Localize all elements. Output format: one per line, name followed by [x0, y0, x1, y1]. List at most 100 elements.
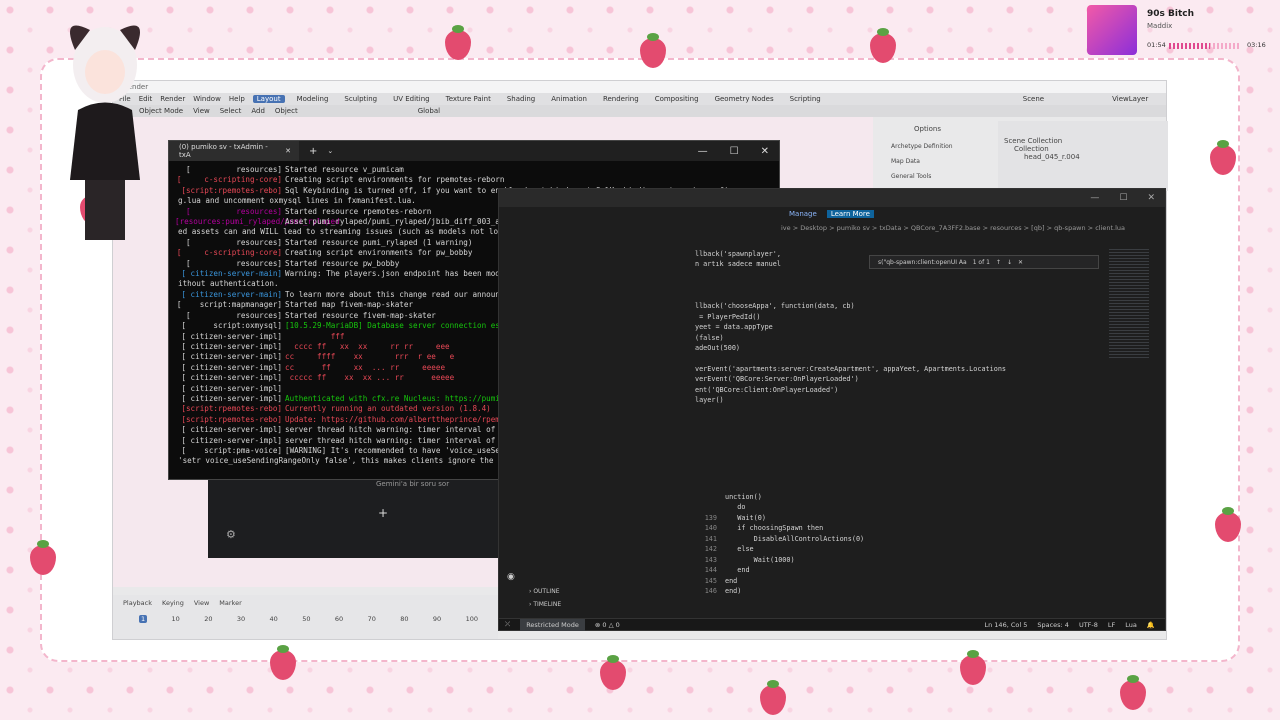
- log-message: Creating script environments for rpemote…: [285, 175, 505, 185]
- new-tab-icon[interactable]: +: [309, 146, 317, 157]
- transform-orientation-dropdown[interactable]: Global: [418, 107, 440, 115]
- strawberry-decoration: [760, 680, 786, 715]
- code-line: end): [725, 587, 742, 596]
- workspace-tab-geometry-nodes[interactable]: Geometry Nodes: [711, 95, 778, 103]
- code-editor-tail[interactable]: unction() do Wait(0) if choosingSpawn th…: [725, 492, 864, 597]
- workspace-tab-compositing[interactable]: Compositing: [651, 95, 703, 103]
- log-source: [ resources]: [185, 206, 282, 216]
- outliner-scene-collection[interactable]: Scene Collection: [1004, 137, 1162, 145]
- code-line: end: [725, 576, 738, 585]
- account-icon[interactable]: ◉: [499, 569, 689, 585]
- log-source: [ citizen-server-main]: [181, 289, 282, 299]
- select-menu[interactable]: Select: [220, 107, 242, 115]
- workspace-tab-scripting[interactable]: Scripting: [786, 95, 825, 103]
- code-line: layer(): [695, 396, 724, 405]
- timeline-ruler[interactable]: 1 10 20 30 40 50 60 70 80 90 100: [113, 611, 498, 623]
- general-tools-tab[interactable]: General Tools: [891, 169, 953, 184]
- maximize-icon[interactable]: ☐: [730, 146, 739, 157]
- workspace-tab-uv-editing[interactable]: UV Editing: [389, 95, 434, 103]
- terminal-line: [ c-scripting-core] Creating script envir…: [175, 175, 773, 185]
- marker-menu[interactable]: Marker: [219, 599, 241, 607]
- workspace-tab-sculpting[interactable]: Sculpting: [340, 95, 381, 103]
- indentation[interactable]: Spaces: 4: [1037, 621, 1069, 629]
- log-source: [ resources]: [185, 165, 282, 174]
- frame-tick: 30: [236, 615, 246, 623]
- outline-section[interactable]: › OUTLINE: [499, 585, 689, 598]
- timeline-section[interactable]: › TIMELINE: [499, 598, 689, 611]
- code-line: yeet = data.appType: [695, 323, 773, 332]
- now-playing-widget: 90s Bitch Maddix 01:54 03:16: [1087, 5, 1277, 61]
- frame-tick: 50: [302, 615, 311, 623]
- close-icon[interactable]: ✕: [1147, 193, 1155, 203]
- archetype-definition-tab[interactable]: Archetype Definition: [891, 139, 953, 154]
- chevron-down-icon[interactable]: ⌄: [327, 147, 333, 155]
- log-source: [ c-scripting-core]: [176, 248, 282, 258]
- log-message: cc ffff xx rrr r ee e: [285, 352, 455, 362]
- minimize-icon[interactable]: —: [698, 146, 708, 157]
- remote-icon[interactable]: ⤫: [505, 620, 510, 629]
- menu-help[interactable]: Help: [229, 95, 245, 103]
- workspace-tab-rendering[interactable]: Rendering: [599, 95, 643, 103]
- add-menu[interactable]: Add: [251, 107, 265, 115]
- terminal-tabbar: (0) pumiko sv - txAdmin - txA ✕ + ⌄ — ☐ …: [169, 141, 779, 161]
- terminal-tab[interactable]: (0) pumiko sv - txAdmin - txA ✕: [169, 141, 299, 161]
- frame-tick: 100: [465, 615, 478, 623]
- keying-menu[interactable]: Keying: [162, 599, 184, 607]
- log-message: Started resource pumi_rylaped (1 warning…: [285, 237, 473, 247]
- workspace-tab-shading[interactable]: Shading: [503, 95, 539, 103]
- minimize-icon[interactable]: —: [1090, 193, 1099, 203]
- close-tab-icon[interactable]: ✕: [285, 147, 291, 155]
- code-line: = PlayerPedId(): [695, 312, 761, 321]
- strawberry-decoration: [445, 25, 471, 60]
- menu-render[interactable]: Render: [160, 95, 185, 103]
- manage-link[interactable]: Manage: [789, 210, 817, 218]
- outliner-panel: Options Scene Collection Collection head…: [914, 121, 1168, 191]
- bell-icon[interactable]: 🔔: [1147, 621, 1155, 629]
- log-source: [ script:mapmanager]: [176, 300, 282, 310]
- view-menu[interactable]: View: [193, 107, 210, 115]
- options-button[interactable]: Options: [914, 125, 1162, 133]
- code-line: unction(): [725, 493, 762, 501]
- workspace-tab-animation[interactable]: Animation: [547, 95, 591, 103]
- encoding[interactable]: UTF-8: [1079, 621, 1098, 629]
- log-message: Started resource v_pumicam: [285, 165, 404, 174]
- code-editor[interactable]: llback('spawnplayer', n artık sadece manu…: [695, 249, 1095, 406]
- maximize-icon[interactable]: ☐: [1119, 193, 1127, 203]
- code-line: Wait(0): [725, 513, 766, 522]
- log-source: [ citizen-server-impl]: [181, 352, 282, 362]
- log-source: [ citizen-server-impl]: [181, 373, 282, 383]
- workspace-tab-layout[interactable]: Layout: [252, 95, 285, 103]
- plus-icon[interactable]: +: [378, 506, 388, 520]
- line-number: 139: [704, 513, 717, 522]
- outliner-collection[interactable]: Collection: [1004, 145, 1162, 153]
- timeline-view-menu[interactable]: View: [194, 599, 209, 607]
- log-message: Currently running an outdated version (1…: [285, 404, 491, 414]
- gear-icon[interactable]: ⚙: [226, 528, 236, 541]
- language-mode[interactable]: Lua: [1125, 621, 1137, 629]
- error-count: 0: [602, 620, 607, 629]
- minimap[interactable]: [1109, 249, 1149, 359]
- breadcrumb[interactable]: ive > Desktop > pumiko sv > txData > QBC…: [499, 221, 1165, 235]
- strawberry-decoration: [960, 650, 986, 685]
- scene-selector[interactable]: Scene: [1023, 95, 1044, 103]
- current-frame-indicator[interactable]: 1: [139, 615, 148, 623]
- gemini-prompt-placeholder[interactable]: Gemini'a bir soru sor: [376, 480, 449, 488]
- map-data-tab[interactable]: Map Data: [891, 154, 953, 169]
- line-ending[interactable]: LF: [1108, 621, 1115, 629]
- playback-menu[interactable]: Playback: [123, 599, 152, 607]
- frame-tick: 90: [432, 615, 442, 623]
- close-icon[interactable]: ✕: [761, 146, 769, 157]
- workspace-tab-texture-paint[interactable]: Texture Paint: [442, 95, 495, 103]
- restricted-mode-badge[interactable]: Restricted Mode: [520, 618, 585, 631]
- object-menu[interactable]: Object: [275, 107, 298, 115]
- problems-indicator[interactable]: ⊗ 0 △ 0: [595, 621, 620, 629]
- menu-window[interactable]: Window: [193, 95, 221, 103]
- learn-more-button[interactable]: Learn More: [826, 210, 874, 218]
- cursor-position[interactable]: Ln 146, Col 5: [984, 621, 1027, 629]
- outliner-object[interactable]: head_045_r.004: [1004, 153, 1162, 161]
- workspace-tab-modeling[interactable]: Modeling: [293, 95, 333, 103]
- view-layer-selector[interactable]: ViewLayer: [1112, 95, 1148, 103]
- log-message: Started map fivem-map-skater: [285, 300, 414, 310]
